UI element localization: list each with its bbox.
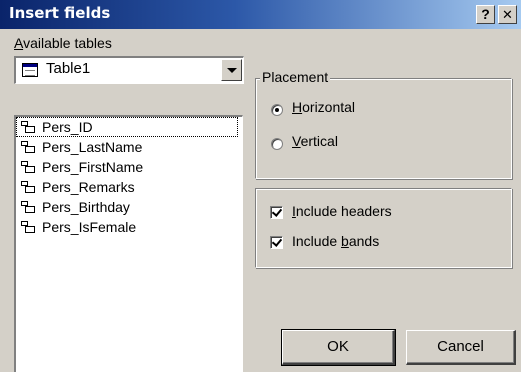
field-icon xyxy=(21,221,35,233)
field-icon xyxy=(21,121,35,133)
placement-group xyxy=(255,78,512,179)
horizontal-label[interactable]: Horizontal xyxy=(292,99,355,115)
vertical-label[interactable]: Vertical xyxy=(292,133,338,149)
list-item[interactable]: Pers_Birthday xyxy=(16,197,242,217)
list-item[interactable]: Pers_FirstName xyxy=(16,157,242,177)
placement-label: Placement xyxy=(260,69,331,85)
window-title: Insert fields xyxy=(9,4,111,22)
list-item[interactable]: Pers_IsFemale xyxy=(16,217,242,237)
options-group xyxy=(255,188,512,268)
title-bar[interactable]: Insert fields ? ✕ xyxy=(0,0,521,29)
table-icon xyxy=(22,63,38,77)
vertical-radio[interactable] xyxy=(271,138,283,150)
available-tables-label: Available tables xyxy=(14,35,112,51)
field-icon xyxy=(21,201,35,213)
field-icon xyxy=(21,161,35,173)
field-icon xyxy=(21,181,35,193)
fields-list[interactable]: Pers_ID Pers_LastName Pers_FirstName Per… xyxy=(14,115,243,372)
list-item[interactable]: Pers_ID xyxy=(16,117,238,137)
list-item[interactable]: Pers_Remarks xyxy=(16,177,242,197)
ok-button[interactable]: OK xyxy=(281,329,396,366)
list-item[interactable]: Pers_LastName xyxy=(16,137,242,157)
table-select-value: Table1 xyxy=(46,60,91,77)
cancel-button[interactable]: Cancel xyxy=(406,330,516,365)
include-headers-label[interactable]: Include headers xyxy=(292,203,392,219)
field-icon xyxy=(21,141,35,153)
include-bands-checkbox[interactable] xyxy=(270,236,283,249)
help-button[interactable]: ? xyxy=(476,5,495,24)
close-button[interactable]: ✕ xyxy=(498,5,517,24)
dropdown-arrow-icon[interactable] xyxy=(221,59,242,81)
table-select[interactable]: Table1 xyxy=(14,56,244,84)
horizontal-radio[interactable] xyxy=(271,104,283,116)
include-headers-checkbox[interactable] xyxy=(270,206,283,219)
include-bands-label[interactable]: Include bands xyxy=(292,233,379,249)
